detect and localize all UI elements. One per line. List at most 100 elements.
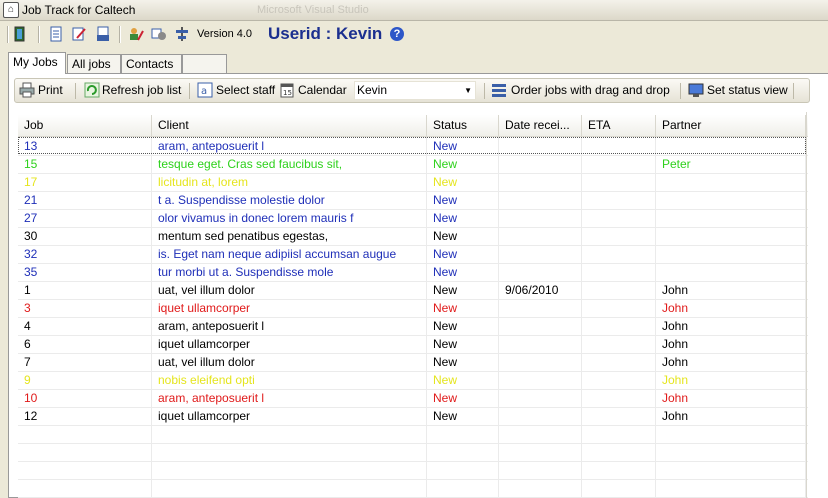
empty-table-row xyxy=(18,425,808,444)
user-pen-icon[interactable] xyxy=(128,26,144,42)
table-row[interactable]: 7 uat, vel illum dolor New John xyxy=(18,353,808,372)
cell-date-received xyxy=(499,227,582,245)
column-header-eta[interactable]: ETA xyxy=(582,115,656,136)
cell-status: New xyxy=(427,227,499,245)
cell-job: 35 xyxy=(18,263,152,281)
userid-label: Userid : Kevin xyxy=(268,24,383,43)
cell-client: tesque eget. Cras sed faucibus sit, xyxy=(152,155,427,173)
cell-client xyxy=(152,443,427,461)
cell-job: 27 xyxy=(18,209,152,227)
network-tools-icon[interactable] xyxy=(174,26,190,42)
cell-date-received xyxy=(499,191,582,209)
cell-partner xyxy=(656,227,806,245)
cell-partner xyxy=(656,209,806,227)
cell-partner: John xyxy=(656,335,806,353)
toolbar-separator xyxy=(680,83,681,99)
table-row[interactable]: 10 aram, anteposuerit l New John xyxy=(18,389,808,408)
table-row[interactable]: 12 iquet ullamcorper New John xyxy=(18,407,808,426)
tab-strip: My Jobs All jobs Contacts xyxy=(8,52,828,74)
table-row[interactable]: 6 iquet ullamcorper New John xyxy=(18,335,808,354)
edit-document-icon[interactable] xyxy=(71,26,87,42)
print-document-icon[interactable] xyxy=(95,26,111,42)
cell-client: t a. Suspendisse molestie dolor xyxy=(152,191,427,209)
cell-partner: John xyxy=(656,407,806,425)
table-row[interactable]: 4 aram, anteposuerit l New John xyxy=(18,317,808,336)
dropdown-arrow-icon[interactable]: ▼ xyxy=(464,82,472,99)
cell-partner xyxy=(656,425,806,443)
cell-status xyxy=(427,461,499,479)
cell-partner: John xyxy=(656,281,806,299)
cell-client: is. Eget nam neque adipiisl accumsan aug… xyxy=(152,245,427,263)
table-row[interactable]: 9 nobis eleifend opti New John xyxy=(18,371,808,390)
cell-job: 30 xyxy=(18,227,152,245)
cell-status xyxy=(427,425,499,443)
select-staff-icon: a xyxy=(197,82,213,98)
cell-client: aram, anteposuerit l xyxy=(152,137,427,155)
cell-date-received xyxy=(499,389,582,407)
table-row[interactable]: 30 mentum sed penatibus egestas, New xyxy=(18,227,808,246)
cell-status: New xyxy=(427,407,499,425)
table-row[interactable]: 21 t a. Suspendisse molestie dolor New xyxy=(18,191,808,210)
document-icon[interactable] xyxy=(48,26,64,42)
table-row[interactable]: 3 iquet ullamcorper New John xyxy=(18,299,808,318)
tab-blank[interactable] xyxy=(182,54,227,73)
cell-eta xyxy=(582,299,656,317)
cell-eta xyxy=(582,137,656,155)
table-row[interactable]: 13 aram, anteposuerit l New xyxy=(18,137,808,156)
cell-date-received: 9/06/2010 xyxy=(499,281,582,299)
jobs-grid[interactable]: Job Client Status Date recei... ETA Part… xyxy=(18,112,828,498)
column-header-job[interactable]: Job xyxy=(18,115,152,136)
column-header-client[interactable]: Client xyxy=(152,115,427,136)
cell-client: mentum sed penatibus egestas, xyxy=(152,227,427,245)
cell-partner: John xyxy=(656,353,806,371)
exit-door-icon[interactable] xyxy=(12,26,28,42)
table-row[interactable]: 32 is. Eget nam neque adipiisl accumsan a… xyxy=(18,245,808,264)
cell-job: 21 xyxy=(18,191,152,209)
help-icon[interactable]: ? xyxy=(390,27,404,41)
toolbar-separator xyxy=(119,26,121,43)
table-row[interactable]: 17 licitudin at, lorem New xyxy=(18,173,808,192)
cell-status: New xyxy=(427,389,499,407)
cell-client: aram, anteposuerit l xyxy=(152,389,427,407)
cell-status: New xyxy=(427,335,499,353)
version-label: Version 4.0 xyxy=(197,28,253,40)
table-row[interactable]: 15 tesque eget. Cras sed faucibus sit, New… xyxy=(18,155,808,174)
staff-settings-icon[interactable] xyxy=(151,26,167,42)
cell-status: New xyxy=(427,281,499,299)
cell-partner: Peter xyxy=(656,155,806,173)
print-button[interactable]: Print xyxy=(38,83,63,97)
table-row[interactable]: 1 uat, vel illum dolor New 9/06/2010 John xyxy=(18,281,808,300)
table-row[interactable]: 27 olor vivamus in donec lorem mauris f Ne… xyxy=(18,209,808,228)
select-staff-button[interactable]: Select staff xyxy=(216,83,275,97)
tab-my-jobs[interactable]: My Jobs xyxy=(8,52,66,74)
tab-contacts[interactable]: Contacts xyxy=(121,54,182,73)
staff-select[interactable]: Kevin ▼ xyxy=(354,81,476,100)
column-header-status[interactable]: Status xyxy=(427,115,499,136)
table-row[interactable]: 35 tur morbi ut a. Suspendisse mole New xyxy=(18,263,808,282)
cell-job xyxy=(18,461,152,479)
column-header-date-received[interactable]: Date recei... xyxy=(499,115,582,136)
cell-partner xyxy=(656,443,806,461)
cell-job xyxy=(18,443,152,461)
cell-job: 9 xyxy=(18,371,152,389)
empty-table-row xyxy=(18,461,808,480)
cell-eta xyxy=(582,317,656,335)
cell-date-received xyxy=(499,461,582,479)
cell-job: 12 xyxy=(18,407,152,425)
cell-status: New xyxy=(427,155,499,173)
tab-all-jobs[interactable]: All jobs xyxy=(67,54,121,73)
cell-eta xyxy=(582,479,656,497)
refresh-job-list-button[interactable]: Refresh job list xyxy=(102,83,181,97)
cell-status: New xyxy=(427,317,499,335)
cell-date-received xyxy=(499,335,582,353)
order-jobs-button[interactable]: Order jobs with drag and drop xyxy=(511,83,670,97)
cell-eta xyxy=(582,209,656,227)
cell-eta xyxy=(582,227,656,245)
staff-select-value: Kevin xyxy=(357,83,388,97)
cell-partner xyxy=(656,461,806,479)
toolbar-separator xyxy=(484,83,485,99)
column-header-partner[interactable]: Partner xyxy=(656,115,806,136)
printer-icon xyxy=(19,82,35,98)
set-status-view-button[interactable]: Set status view xyxy=(707,83,788,97)
calendar-button[interactable]: Calendar xyxy=(298,83,347,97)
